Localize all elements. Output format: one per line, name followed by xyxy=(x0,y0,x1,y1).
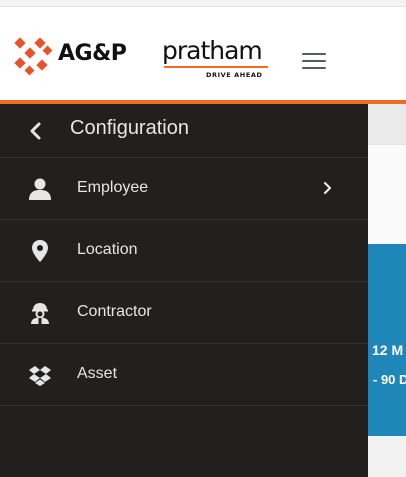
sidebar-item-employee[interactable]: Employee xyxy=(0,158,368,220)
hamburger-line xyxy=(302,53,326,55)
user-icon xyxy=(29,178,51,200)
hamburger-line xyxy=(302,60,326,62)
logo-tagline: DRIVE AHEAD xyxy=(206,71,263,79)
agp-x-logo-icon xyxy=(14,37,53,76)
logo-product-text: pratham xyxy=(162,36,263,65)
sidebar-item-contractor[interactable]: Contractor xyxy=(0,282,368,344)
logo-brand-text: AG&P xyxy=(58,41,127,66)
sidebar-menu: Configuration Employee Location Contract… xyxy=(0,104,368,477)
hamburger-menu-icon[interactable] xyxy=(302,53,328,73)
sidebar-item-label: Location xyxy=(77,241,138,258)
browser-top-strip xyxy=(0,0,406,7)
sidebar-item-label: Contractor xyxy=(77,303,152,320)
logo-underline xyxy=(164,66,268,68)
background-footer xyxy=(368,436,406,477)
sidebar-back-header[interactable]: Configuration xyxy=(0,104,368,158)
background-panel xyxy=(368,144,406,244)
sidebar-title: Configuration xyxy=(70,117,189,139)
dropbox-icon xyxy=(29,366,51,386)
chevron-right-icon xyxy=(323,181,332,195)
background-info-card[interactable]: 12 M - 90 D xyxy=(368,244,406,436)
background-toolbar xyxy=(368,104,406,144)
app-header: AG&P pratham DRIVE AHEAD xyxy=(0,7,406,100)
hamburger-line xyxy=(302,67,326,69)
sidebar-item-location[interactable]: Location xyxy=(0,220,368,282)
card-text-line1: 12 M xyxy=(372,342,404,358)
card-text-line2: - 90 D xyxy=(373,372,406,387)
chevron-left-icon[interactable] xyxy=(28,121,44,141)
sidebar-item-label: Employee xyxy=(77,179,149,196)
sidebar-item-label: Asset xyxy=(77,365,118,382)
sidebar-item-asset[interactable]: Asset xyxy=(0,344,368,406)
worker-helmet-icon xyxy=(31,303,49,324)
map-marker-icon xyxy=(32,240,48,262)
